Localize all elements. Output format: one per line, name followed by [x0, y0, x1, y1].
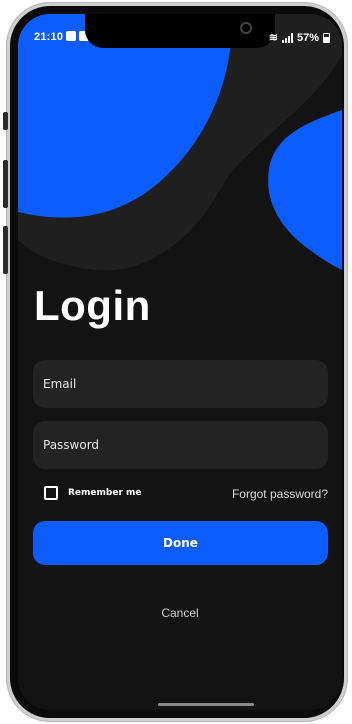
camera-icon: [240, 22, 252, 34]
remember-me-row[interactable]: Remember me: [44, 486, 142, 500]
signal-icon: [281, 32, 293, 43]
battery-icon: [323, 32, 330, 43]
page-title: Login: [34, 282, 151, 329]
image-notification-icon: [66, 31, 76, 41]
forgot-password-link[interactable]: Forgot password?: [232, 487, 328, 501]
app-screen: 21:10 ≋ 57% Login Remember me Forgot pas…: [18, 14, 342, 710]
wifi-icon: ≋: [268, 32, 278, 44]
background-decoration: [18, 14, 342, 271]
side-button: [3, 112, 8, 130]
volume-down-button: [3, 226, 8, 274]
email-field[interactable]: [33, 360, 328, 408]
cancel-button[interactable]: Cancel: [18, 606, 342, 620]
volume-up-button: [3, 160, 8, 208]
status-indicators: ≋ 57%: [269, 31, 330, 44]
password-field[interactable]: [33, 421, 328, 469]
home-indicator[interactable]: [158, 703, 254, 706]
done-button[interactable]: Done: [33, 521, 328, 565]
status-bar: 21:10 ≋ 57%: [18, 14, 342, 54]
battery-percent: 57%: [296, 31, 319, 44]
remember-me-label: Remember me: [68, 488, 142, 498]
status-time: 21:10: [34, 31, 64, 43]
remember-me-checkbox[interactable]: [44, 486, 58, 500]
